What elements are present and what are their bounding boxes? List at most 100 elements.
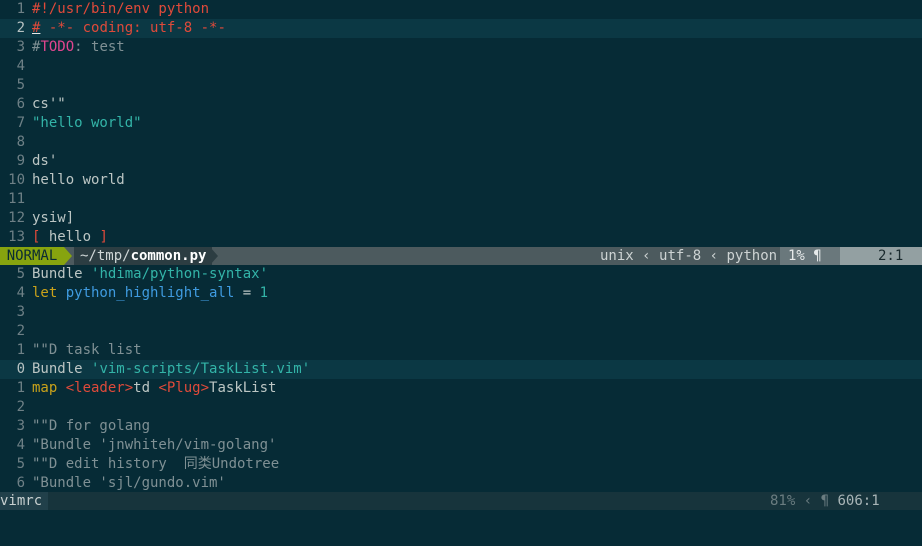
code-line[interactable]: 9 ds' xyxy=(0,152,922,171)
code-token: ""D task list xyxy=(32,342,142,358)
code-line[interactable]: 4 "Bundle 'jnwhiteh/vim-golang' xyxy=(0,436,922,455)
code-token: 'hdima/python-syntax' xyxy=(91,266,269,282)
code-token: "hello world" xyxy=(32,115,142,131)
mode-separator-arrow xyxy=(64,247,72,265)
file-path-segment: ~/tmp/common.py xyxy=(74,247,213,265)
code-token: Bundle xyxy=(32,361,92,377)
cursor-position: 2:1 xyxy=(840,247,922,265)
code-token: td xyxy=(133,380,159,396)
code-token: = xyxy=(234,285,260,301)
code-line[interactable]: 13[ hello ] xyxy=(0,228,922,247)
line-number-icon: ¶ xyxy=(813,248,822,264)
line-number: 4 xyxy=(16,437,25,453)
code-line[interactable]: 5 xyxy=(0,76,922,95)
code-line[interactable]: 0 Bundle 'vim-scripts/TaskList.vim' xyxy=(0,360,922,379)
code-line[interactable]: 6 "Bundle 'sjl/gundo.vim' xyxy=(0,474,922,493)
code-line[interactable]: 8 xyxy=(0,133,922,152)
line-number-icon: ¶ xyxy=(820,493,830,509)
code-line[interactable]: 7 "hello world" xyxy=(0,114,922,133)
code-token: 'vim-scripts/TaskList.vim' xyxy=(91,361,311,377)
code-token: cs'" xyxy=(32,96,66,112)
line-number: 6 xyxy=(16,475,25,491)
code-token: "Bundle 'sjl/gundo.vim' xyxy=(32,475,226,491)
code-line[interactable]: 2 # -*- coding: utf-8 -*- xyxy=(0,19,922,38)
code-token: ysiw] xyxy=(32,210,75,226)
bottom-editor-pane[interactable]: 5 Bundle 'hdima/python-syntax' 4 let python… xyxy=(0,265,922,493)
code-token: "Bundle 'jnwhiteh/vim-golang' xyxy=(32,437,277,453)
code-token: Bundle xyxy=(32,266,92,282)
code-line[interactable]: 10 hello world xyxy=(0,171,922,190)
line-number: 4 xyxy=(16,58,25,74)
line-number: 8 xyxy=(16,134,25,150)
line-number: 3 xyxy=(16,304,25,320)
code-line[interactable]: 11 xyxy=(0,190,922,209)
line-number: 0 xyxy=(16,361,25,377)
file-type: python xyxy=(726,248,778,264)
code-line[interactable]: 3 ""D for golang xyxy=(0,417,922,436)
line-number: 1 xyxy=(16,380,25,396)
line-number: 3 xyxy=(16,39,25,55)
file-encoding: utf-8 xyxy=(659,248,702,264)
line-number: 7 xyxy=(16,115,25,131)
inactive-file-info: 81% ‹ ¶ 606:1 xyxy=(770,492,880,510)
code-line[interactable]: 1 ""D task list xyxy=(0,341,922,360)
line-number: 2 xyxy=(16,323,25,339)
code-token: ""D edit history 同类Undotree xyxy=(32,456,280,472)
line-number: 11 xyxy=(8,191,25,207)
code-token: map xyxy=(32,380,66,396)
file-format: unix xyxy=(600,248,634,264)
code-line[interactable]: 2 xyxy=(0,398,922,417)
code-line[interactable]: 3 xyxy=(0,303,922,322)
separator-icon: ‹ xyxy=(709,248,719,264)
code-token: : test xyxy=(74,39,125,55)
code-token: python_highlight_all xyxy=(65,285,235,301)
separator-icon: ‹ xyxy=(803,493,813,509)
code-token: let xyxy=(32,285,66,301)
line-number: 1 xyxy=(16,1,25,17)
line-number: 9 xyxy=(16,153,25,169)
code-line[interactable]: 3 #TODO: test xyxy=(0,38,922,57)
line-number: 4 xyxy=(16,285,25,301)
file-separator-arrow xyxy=(210,247,218,265)
code-token: #!/usr/bin/env python xyxy=(32,1,210,17)
code-line[interactable]: 2 xyxy=(0,322,922,341)
top-editor-pane[interactable]: 1 #!/usr/bin/env python 2 # -*- coding: utf… xyxy=(0,0,922,247)
inactive-cursor-position: 606:1 xyxy=(837,493,880,509)
line-number: 5 xyxy=(16,456,25,472)
line-number: 6 xyxy=(16,96,25,112)
line-number: 5 xyxy=(16,266,25,282)
code-token: 1 xyxy=(259,285,269,301)
code-token: TODO xyxy=(40,39,75,55)
separator-icon: ‹ xyxy=(642,248,651,264)
code-line[interactable]: 5 ""D edit history 同类Undotree xyxy=(0,455,922,474)
code-token: <leader> xyxy=(65,380,134,396)
file-info: unix ‹ utf-8 ‹ python xyxy=(600,247,777,265)
line-number: 13 xyxy=(8,229,25,245)
code-token: -*- coding: utf-8 -*- xyxy=(40,20,226,36)
code-token: ""D for golang xyxy=(32,418,151,434)
line-number: 1 xyxy=(16,342,25,358)
code-line[interactable]: 4 xyxy=(0,57,922,76)
line-number: 2 xyxy=(16,399,25,415)
scroll-percent: 1% ¶ xyxy=(780,247,848,265)
code-line[interactable]: 12 ysiw] xyxy=(0,209,922,228)
line-number: 2 xyxy=(16,20,25,36)
active-status-line: NORMAL ~/tmp/common.py unix ‹ utf-8 ‹ py… xyxy=(0,247,922,265)
code-line[interactable]: 6 cs'" xyxy=(0,95,922,114)
code-line[interactable]: 1 map <leader>td <Plug>TaskList xyxy=(0,379,922,398)
code-token: hello xyxy=(40,229,100,245)
inactive-scroll-percent: 81% xyxy=(770,493,796,509)
line-number: 5 xyxy=(16,77,25,93)
file-dir: ~/tmp/ xyxy=(80,248,131,264)
code-token: ] xyxy=(99,229,108,245)
file-name: common.py xyxy=(130,248,207,264)
line-number: 3 xyxy=(16,418,25,434)
code-token: TaskList xyxy=(209,380,277,396)
code-line[interactable]: 1 #!/usr/bin/env python xyxy=(0,0,922,19)
mode-indicator: NORMAL xyxy=(0,247,64,265)
code-token: ds' xyxy=(32,153,58,169)
line-number: 10 xyxy=(8,172,25,188)
code-line[interactable]: 5 Bundle 'hdima/python-syntax' xyxy=(0,265,922,284)
code-line[interactable]: 4 let python_highlight_all = 1 xyxy=(0,284,922,303)
code-token: <Plug> xyxy=(158,380,210,396)
